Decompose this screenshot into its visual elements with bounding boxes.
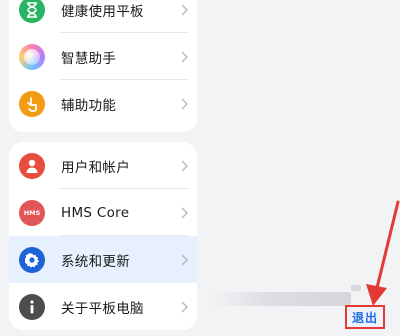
menu-item-hms-core[interactable]: HMS HMS Core <box>9 189 197 236</box>
info-icon <box>19 293 45 320</box>
menu-item-label: 关于平板电脑 <box>61 300 144 317</box>
menu-item-label: 智慧助手 <box>61 50 117 67</box>
hand-pointer-icon <box>19 90 45 117</box>
menu-item-health-use[interactable]: 健康使用平板 <box>9 0 197 33</box>
chevron-right-icon <box>181 50 189 63</box>
menu-item-label: HMS Core <box>61 204 130 221</box>
gear-icon <box>19 246 45 273</box>
logout-label: 退出 <box>351 310 378 325</box>
menu-item-accessibility[interactable]: 辅助功能 <box>9 80 197 127</box>
chevron-right-icon <box>181 253 189 266</box>
menu-item-users-accounts[interactable]: 用户和帐户 <box>9 142 197 189</box>
chevron-right-icon <box>181 3 189 16</box>
annotation-arrow-icon <box>366 200 400 306</box>
assistant-orb-icon <box>19 43 45 70</box>
menu-item-label: 辅助功能 <box>61 97 117 114</box>
hms-logo-text: HMS <box>23 208 41 217</box>
blurred-content <box>211 292 351 306</box>
settings-group-top: 健康使用平板 智慧助手 辅助功能 <box>9 0 197 132</box>
hourglass-icon <box>19 0 45 23</box>
chevron-right-icon <box>181 300 189 313</box>
chevron-right-icon <box>181 97 189 110</box>
menu-item-system-updates[interactable]: 系统和更新 <box>9 236 197 283</box>
menu-item-label: 用户和帐户 <box>61 159 130 176</box>
settings-group-bottom: 用户和帐户 HMS HMS Core 系统和更新 关于平板电脑 <box>9 142 197 330</box>
hms-logo-icon: HMS <box>19 199 45 226</box>
chevron-right-icon <box>181 206 189 219</box>
menu-item-label: 系统和更新 <box>61 253 130 270</box>
chevron-right-icon <box>181 159 189 172</box>
menu-item-about-tablet[interactable]: 关于平板电脑 <box>9 283 197 330</box>
menu-item-smart-assistant[interactable]: 智慧助手 <box>9 33 197 80</box>
logout-button[interactable]: 退出 <box>345 305 385 329</box>
user-icon <box>19 152 45 179</box>
menu-item-label: 健康使用平板 <box>61 3 144 20</box>
